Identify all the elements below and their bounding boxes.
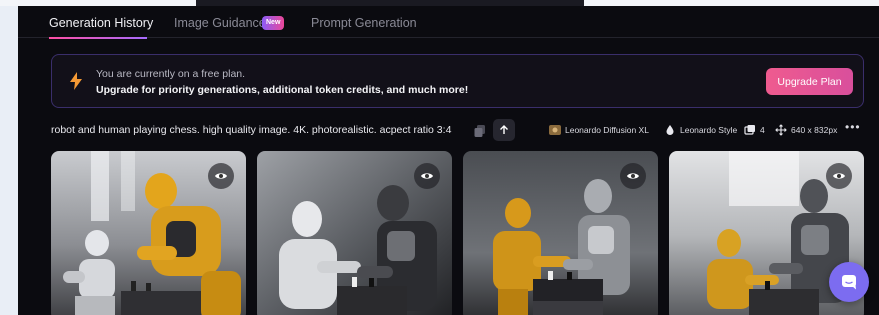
images-icon (744, 125, 755, 135)
chat-icon (842, 275, 856, 290)
upgrade-plan-button[interactable]: Upgrade Plan (766, 68, 853, 95)
free-plan-banner: You are currently on a free plan. Upgrad… (51, 54, 864, 108)
generated-image-2[interactable] (257, 151, 452, 315)
image-count-info: 4 (744, 124, 765, 136)
active-tab-underline (49, 37, 147, 39)
reuse-prompt-button[interactable] (493, 119, 515, 141)
generated-image-1[interactable] (51, 151, 246, 315)
eye-icon (215, 173, 227, 179)
view-image-button[interactable] (208, 163, 234, 189)
eye-icon (421, 173, 433, 179)
tab-generation-history[interactable]: Generation History (49, 16, 153, 30)
dimensions-info: 640 x 832px (775, 124, 837, 136)
tab-bar: Generation History Image Guidance New Pr… (18, 6, 879, 39)
image-dimensions: 640 x 832px (791, 125, 838, 135)
eye-icon (627, 173, 639, 179)
copy-icon[interactable] (473, 124, 487, 138)
model-name: Leonardo Diffusion XL (565, 125, 649, 135)
style-info: Leonardo Style (664, 124, 737, 136)
banner-plan-text: You are currently on a free plan. (96, 68, 246, 80)
drop-icon (666, 125, 674, 135)
banner-upgrade-text: Upgrade for priority generations, additi… (96, 84, 469, 96)
generated-image-3[interactable] (463, 151, 658, 315)
arrow-up-icon (500, 125, 508, 134)
tab-image-guidance[interactable]: Image Guidance (174, 16, 266, 30)
more-options-icon[interactable]: ••• (845, 120, 861, 134)
generation-prompt: robot and human playing chess. high qual… (51, 124, 452, 136)
chat-support-button[interactable] (829, 262, 869, 302)
new-badge: New (262, 16, 285, 30)
view-image-button[interactable] (620, 163, 646, 189)
view-image-button[interactable] (826, 163, 852, 189)
model-info: Leonardo Diffusion XL (549, 124, 649, 136)
style-name: Leonardo Style (680, 125, 738, 135)
view-image-button[interactable] (414, 163, 440, 189)
eye-icon (833, 173, 845, 179)
image-count: 4 (760, 125, 765, 135)
app-window: Generation History Image Guidance New Pr… (18, 6, 879, 315)
model-avatar-icon (549, 125, 561, 135)
move-icon (775, 124, 787, 136)
bolt-icon (70, 72, 82, 90)
tab-prompt-generation[interactable]: Prompt Generation (311, 16, 417, 30)
